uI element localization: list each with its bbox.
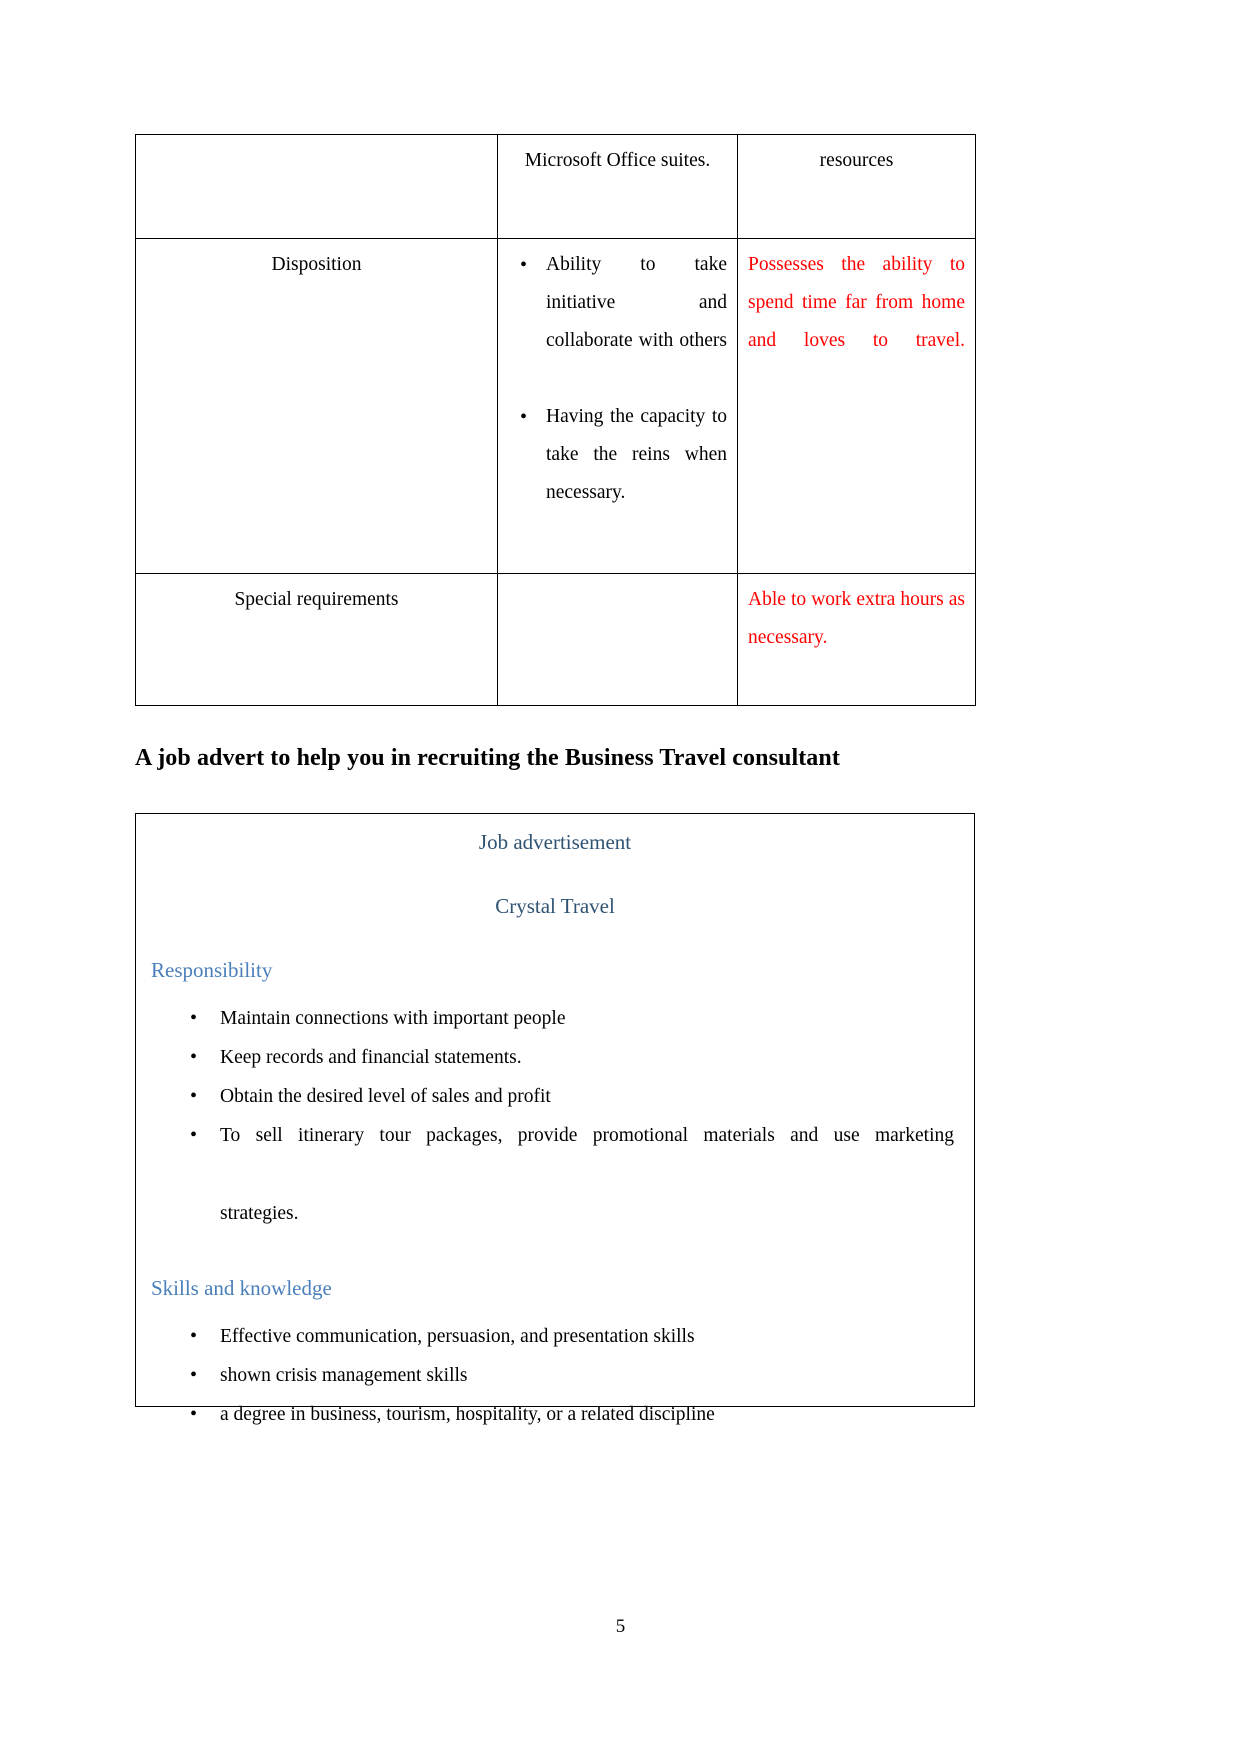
criteria-text bbox=[136, 135, 497, 152]
list-item: Keep records and financial statements. bbox=[148, 1038, 962, 1077]
advert-title: Job advertisement bbox=[478, 830, 632, 854]
bullet-text: Effective communication, persuasion, and… bbox=[220, 1326, 695, 1347]
bullet-text-continuation: strategies. bbox=[220, 1203, 299, 1224]
list-item: Having the capacity to take the reins wh… bbox=[508, 398, 727, 550]
table-row: Special requirements Able to work extra … bbox=[135, 573, 976, 706]
bullet-text: Keep records and financial statements. bbox=[220, 1047, 522, 1068]
bullet-text: To sell itinerary tour packages, provide… bbox=[220, 1125, 954, 1146]
list-item: a degree in business, tourism, hospitali… bbox=[148, 1395, 962, 1434]
list-item: To sell itinerary tour packages, provide… bbox=[148, 1116, 962, 1233]
bullet-text: shown crisis management skills bbox=[220, 1365, 468, 1386]
criteria-text: Special requirements bbox=[234, 589, 399, 610]
essential-text: Microsoft Office suites. bbox=[524, 150, 711, 171]
bullet-text: Maintain connections with important peop… bbox=[220, 1008, 566, 1029]
table-cell-desirable: resources bbox=[737, 134, 976, 239]
job-advertisement-box: Job advertisement Crystal Travel Respons… bbox=[135, 813, 975, 1434]
table-cell-criteria: Special requirements bbox=[135, 573, 498, 706]
criteria-text: Disposition bbox=[271, 254, 362, 275]
bullet-text: Ability to take initiative and collabora… bbox=[546, 254, 727, 351]
essential-bullet-list: Ability to take initiative and collabora… bbox=[508, 246, 727, 550]
document-page: Microsoft Office suites. resources Dispo… bbox=[0, 0, 1241, 1754]
table-row: Disposition Ability to take initiative a… bbox=[135, 238, 976, 574]
table-cell-criteria bbox=[135, 134, 498, 239]
responsibility-list: Maintain connections with important peop… bbox=[148, 999, 962, 1233]
bullet-text: Having the capacity to take the reins wh… bbox=[546, 406, 727, 503]
list-item: Effective communication, persuasion, and… bbox=[148, 1317, 962, 1356]
person-specification-table: Microsoft Office suites. resources Dispo… bbox=[135, 134, 976, 706]
page-title: A job advert to help you in recruiting t… bbox=[135, 745, 840, 771]
desirable-text: Possesses the ability to spend time far … bbox=[748, 254, 965, 351]
table-cell-desirable: Possesses the ability to spend time far … bbox=[737, 238, 976, 574]
advert-company-name: Crystal Travel bbox=[495, 894, 615, 918]
desirable-text: resources bbox=[819, 150, 894, 171]
table-cell-criteria: Disposition bbox=[135, 238, 498, 574]
advert-section-heading-responsibility: Responsibility bbox=[151, 958, 273, 982]
list-item: shown crisis management skills bbox=[148, 1356, 962, 1395]
page-number: 5 bbox=[615, 1616, 626, 1637]
table-row: Microsoft Office suites. resources bbox=[135, 134, 976, 239]
bullet-text: a degree in business, tourism, hospitali… bbox=[220, 1404, 715, 1425]
table-cell-essential bbox=[497, 573, 738, 706]
table-cell-desirable: Able to work extra hours as necessary. bbox=[737, 573, 976, 706]
desirable-text: Able to work extra hours as necessary. bbox=[748, 589, 965, 648]
list-item: Obtain the desired level of sales and pr… bbox=[148, 1077, 962, 1116]
list-item: Maintain connections with important peop… bbox=[148, 999, 962, 1038]
table-cell-essential: Ability to take initiative and collabora… bbox=[497, 238, 738, 574]
essential-text bbox=[498, 574, 737, 591]
table-cell-essential: Microsoft Office suites. bbox=[497, 134, 738, 239]
advert-section-heading-skills: Skills and knowledge bbox=[151, 1276, 332, 1300]
list-item: Ability to take initiative and collabora… bbox=[508, 246, 727, 398]
skills-list: Effective communication, persuasion, and… bbox=[148, 1317, 962, 1434]
bullet-text: Obtain the desired level of sales and pr… bbox=[220, 1086, 551, 1107]
